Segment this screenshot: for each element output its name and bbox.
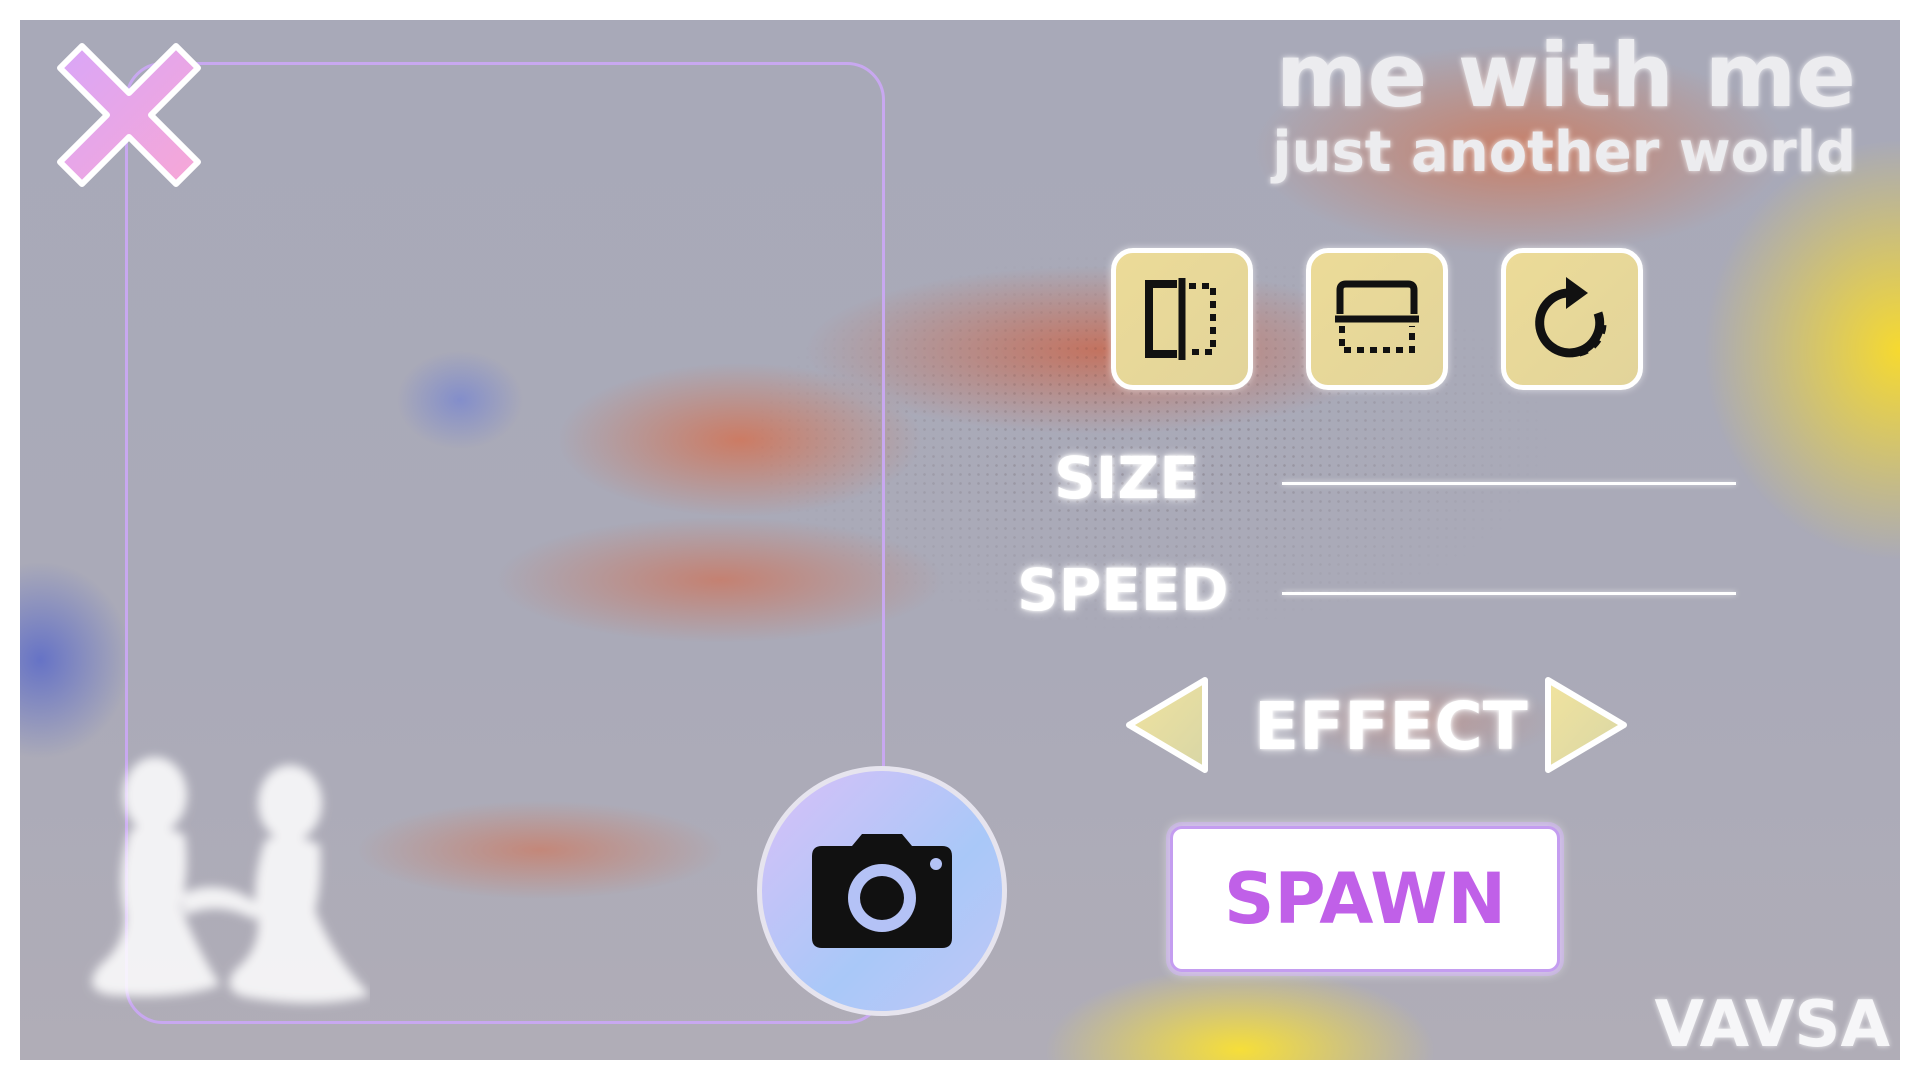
effect-prev-button[interactable]: [1121, 674, 1213, 780]
effect-next-button[interactable]: [1540, 674, 1632, 780]
title-line-2: just another world: [1272, 120, 1856, 185]
rotate-icon: [1535, 277, 1607, 358]
camera-button[interactable]: [757, 766, 1007, 1016]
size-slider[interactable]: [1282, 482, 1736, 485]
triangle-left-icon: [1126, 677, 1208, 773]
close-x-icon: [57, 43, 201, 187]
camera-icon: [812, 834, 952, 948]
flip-vertical-icon: [1335, 280, 1419, 353]
app-title: me with me just another world: [1272, 28, 1856, 182]
silhouette-figures: [92, 757, 370, 1004]
title-line-1: me with me: [1275, 24, 1856, 127]
flip-horizontal-icon: [1145, 278, 1216, 360]
triangle-right-icon: [1545, 677, 1627, 773]
flip-vertical-button[interactable]: [1306, 248, 1448, 390]
speed-slider[interactable]: [1282, 592, 1736, 595]
close-button[interactable]: [52, 38, 206, 192]
stage-background: me with me just another world SIZE SPEED: [20, 20, 1900, 1060]
effect-label: EFFECT: [1254, 688, 1528, 765]
spawn-button[interactable]: SPAWN: [1170, 826, 1560, 972]
flip-horizontal-button[interactable]: [1111, 248, 1253, 390]
watermark-text: VAVSA: [1654, 988, 1890, 1060]
size-label: SIZE: [1054, 444, 1200, 512]
speed-label: SPEED: [1017, 556, 1229, 624]
rotate-button[interactable]: [1501, 248, 1643, 390]
